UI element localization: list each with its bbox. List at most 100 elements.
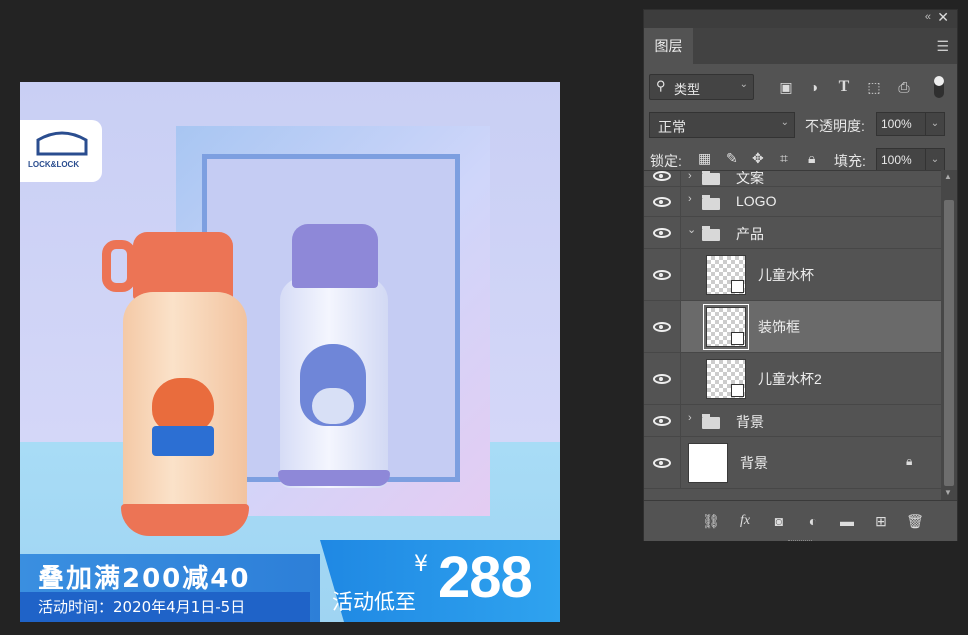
layer-style-fx-icon[interactable]: fx <box>734 511 756 531</box>
layer-row-background-group[interactable]: › 背景 <box>644 405 941 437</box>
panel-resize-grip[interactable] <box>788 540 812 543</box>
layer-thumbnail <box>706 255 746 295</box>
scroll-down-icon[interactable]: ▼ <box>944 488 952 497</box>
layer-filter-select[interactable]: ⚲ 类型 ⌄ <box>649 74 754 100</box>
layers-scrollbar-thumb[interactable] <box>944 200 954 486</box>
image-filter-icon[interactable]: ▣ <box>776 77 796 97</box>
smart-object-icon <box>731 332 744 345</box>
layer-name: 装饰框 <box>758 319 800 335</box>
search-icon: ⚲ <box>656 78 666 93</box>
type-filter-icon[interactable]: T <box>834 77 854 97</box>
bottle-base <box>278 470 390 486</box>
bear-shirt <box>152 426 214 456</box>
link-layers-icon[interactable]: ⛓ <box>700 511 722 531</box>
visibility-eye-icon[interactable] <box>653 171 671 181</box>
close-icon[interactable]: ✕ <box>937 9 949 26</box>
layer-row-logo-group[interactable]: › LOGO <box>644 187 941 217</box>
smart-object-filter-icon[interactable]: ⎙ <box>894 77 914 97</box>
opacity-dropdown-icon[interactable]: ⌄ <box>925 112 945 136</box>
chevron-right-icon[interactable]: › <box>688 412 692 424</box>
layer-name: 产品 <box>736 226 764 242</box>
chevron-down-icon[interactable]: ⌄ <box>687 223 696 236</box>
delete-layer-icon[interactable]: 🗑︎ <box>904 511 926 531</box>
visibility-eye-icon[interactable] <box>653 197 671 207</box>
bottle-cup-handle <box>102 240 136 292</box>
layer-row-kids-cup[interactable]: 儿童水杯 <box>644 249 941 301</box>
folder-icon <box>702 414 720 429</box>
lock-image-pixels-icon[interactable]: ✎ <box>726 150 738 167</box>
price-value: 288 <box>438 545 533 610</box>
panel-menu-icon[interactable]: ☰ <box>936 38 949 55</box>
adjustment-layer-icon[interactable]: ◐ <box>802 511 824 531</box>
scroll-up-icon[interactable]: ▲ <box>944 172 952 181</box>
opacity-label: 不透明度: <box>805 118 865 134</box>
visibility-eye-icon[interactable] <box>653 270 671 280</box>
layer-name: 儿童水杯2 <box>758 371 822 387</box>
panel-tab-bar: 图层 ☰ <box>644 28 957 64</box>
lock-logo-icon <box>36 131 88 156</box>
layer-row-text-group[interactable]: › 文案 <box>644 170 941 187</box>
folder-open-icon <box>702 226 720 241</box>
promo-title: 叠加满200减40 <box>38 564 251 594</box>
visibility-eye-icon[interactable] <box>653 416 671 426</box>
layer-name: 背景 <box>736 414 764 430</box>
layer-row-background[interactable]: 背景 🔒︎ <box>644 437 941 489</box>
layer-name: LOGO <box>736 193 777 209</box>
folder-icon <box>702 195 720 210</box>
visibility-eye-icon[interactable] <box>653 458 671 468</box>
lock-artboard-icon[interactable]: ⌗ <box>780 150 788 167</box>
lock-all-icon[interactable]: 🔒︎ <box>808 150 815 167</box>
folder-icon <box>702 171 720 185</box>
tab-layers[interactable]: 图层 <box>644 28 693 64</box>
filter-toggle[interactable] <box>934 76 944 98</box>
layer-thumbnail <box>688 443 728 483</box>
layer-name: 文案 <box>736 170 764 186</box>
bottle-base <box>121 504 249 536</box>
chevron-right-icon[interactable]: › <box>688 193 692 205</box>
layer-name: 儿童水杯 <box>758 267 814 283</box>
fill-input[interactable]: 100% <box>876 148 926 172</box>
promo-date: 活动时间：2020年4月1日-5日 <box>38 598 246 616</box>
new-group-icon[interactable]: ▬ <box>836 511 858 531</box>
add-mask-icon[interactable]: ◙ <box>768 511 790 531</box>
blend-mode-value: 正常 <box>658 119 686 135</box>
panel-title-bar[interactable]: « ✕ <box>644 9 957 28</box>
layers-list: › 文案 › LOGO ⌄ 产品 儿童水杯 装饰框 儿童水杯2 › 背景 背景 … <box>644 170 941 501</box>
filter-label: 类型 <box>674 82 701 97</box>
fill-label: 填充: <box>834 153 866 169</box>
chevron-down-icon: ⌄ <box>739 79 748 90</box>
layer-thumbnail <box>703 304 749 350</box>
layers-footer-toolbar: ⛓ fx ◙ ◐ ▬ ⊞ 🗑︎ <box>644 500 957 541</box>
visibility-eye-icon[interactable] <box>653 322 671 332</box>
document-canvas[interactable]: LOCK&LOCK 叠加满200减40 活动时间：2020年4月1日-5日 活动… <box>20 82 560 622</box>
bear-illustration <box>152 378 214 432</box>
owl-belly <box>312 388 354 424</box>
lock-transparent-pixels-icon[interactable]: ▦ <box>698 150 711 167</box>
layer-row-decorative-frame[interactable]: 装饰框 <box>644 301 941 353</box>
adjustment-filter-icon[interactable]: ◑ <box>804 77 824 97</box>
fill-dropdown-icon[interactable]: ⌄ <box>925 148 945 172</box>
smart-object-icon <box>731 280 744 293</box>
chevron-right-icon[interactable]: › <box>688 171 692 182</box>
collapse-icon[interactable]: « <box>925 11 931 23</box>
layer-lock-icon: 🔒︎ <box>906 454 913 468</box>
brand-logo-text: LOCK&LOCK <box>28 160 80 169</box>
bottle-cup <box>133 232 233 300</box>
bottle-lid <box>292 224 378 288</box>
blend-mode-select[interactable]: 正常 ⌄ <box>649 112 795 138</box>
visibility-eye-icon[interactable] <box>653 228 671 238</box>
smart-object-icon <box>731 384 744 397</box>
lock-position-icon[interactable]: ✥ <box>752 150 764 167</box>
visibility-eye-icon[interactable] <box>653 374 671 384</box>
opacity-input[interactable]: 100% <box>876 112 926 136</box>
layer-row-product-group[interactable]: ⌄ 产品 <box>644 217 941 249</box>
new-layer-icon[interactable]: ⊞ <box>870 511 892 531</box>
price-currency: ¥ <box>414 552 428 577</box>
layer-row-kids-cup-2[interactable]: 儿童水杯2 <box>644 353 941 405</box>
layer-name: 背景 <box>740 455 768 471</box>
chevron-down-icon: ⌄ <box>780 117 789 128</box>
brand-logo: LOCK&LOCK <box>20 120 102 182</box>
promo-cta: 活动低至 <box>332 590 416 614</box>
shape-filter-icon[interactable]: ⬚ <box>864 77 884 97</box>
layer-thumbnail <box>706 359 746 399</box>
